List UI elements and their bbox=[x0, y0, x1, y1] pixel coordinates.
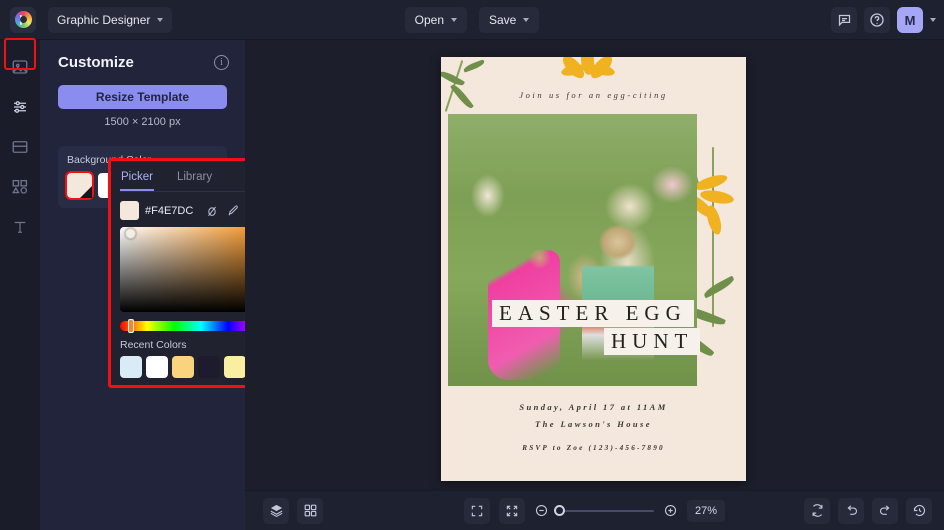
redo-button[interactable] bbox=[872, 497, 898, 524]
undo-button[interactable] bbox=[838, 497, 864, 524]
logo-bar-icon bbox=[19, 15, 22, 25]
fullscreen-button[interactable] bbox=[463, 497, 490, 524]
account-chevron-down-icon[interactable] bbox=[930, 18, 936, 22]
resize-template-label: Resize Template bbox=[95, 90, 190, 104]
canvas-title-line-1[interactable]: EASTER EGG bbox=[492, 300, 694, 328]
canvas-footer-block: Sunday, April 17 at 11AM The Lawson's Ho… bbox=[441, 399, 746, 455]
image-icon bbox=[12, 60, 28, 74]
reset-button[interactable] bbox=[804, 497, 830, 524]
layers-button[interactable] bbox=[263, 497, 289, 524]
swatch-corner-marker bbox=[80, 186, 92, 198]
hex-value-input[interactable]: #F4E7DC bbox=[145, 205, 198, 217]
fit-to-screen-button[interactable] bbox=[498, 497, 525, 524]
zoom-slider[interactable] bbox=[553, 504, 654, 516]
canvas-footer-date[interactable]: Sunday, April 17 at 11AM bbox=[441, 399, 746, 416]
template-dimensions: 1500 × 2100 px bbox=[104, 116, 181, 128]
sidebar-item-images[interactable] bbox=[7, 54, 33, 80]
page-title: Customize bbox=[58, 54, 134, 71]
sidebar-item-text[interactable] bbox=[7, 214, 33, 240]
hue-slider-handle[interactable] bbox=[128, 319, 134, 333]
project-title-dropdown[interactable]: Graphic Designer bbox=[48, 6, 173, 33]
save-button[interactable]: Save bbox=[479, 6, 540, 33]
sidebar-item-customize[interactable] bbox=[7, 94, 33, 120]
zoom-slider-handle[interactable] bbox=[553, 504, 565, 516]
resize-template-button[interactable]: Resize Template bbox=[58, 85, 227, 109]
fullscreen-icon bbox=[471, 505, 483, 516]
text-icon bbox=[14, 221, 26, 233]
current-color-chip[interactable] bbox=[120, 201, 139, 220]
sidebar-item-layouts[interactable] bbox=[7, 134, 33, 160]
shapes-icon bbox=[12, 179, 28, 194]
open-label: Open bbox=[414, 12, 444, 27]
design-canvas[interactable]: Join us for an egg-citing EASTER EGG HUN… bbox=[441, 57, 746, 481]
open-button[interactable]: Open bbox=[404, 6, 467, 33]
canvas-stage[interactable]: Join us for an egg-citing EASTER EGG HUN… bbox=[245, 40, 944, 490]
grid-icon bbox=[304, 504, 316, 517]
fit-to-screen-icon bbox=[506, 505, 518, 516]
tab-library[interactable]: Library bbox=[176, 167, 213, 191]
eyedropper-icon bbox=[228, 204, 238, 215]
zoom-percent-value[interactable]: 27% bbox=[686, 499, 726, 522]
zoom-controls: 27% bbox=[450, 497, 740, 524]
save-label: Save bbox=[489, 12, 517, 27]
bottom-right-group bbox=[804, 497, 932, 524]
canvas-title-line-2[interactable]: HUNT bbox=[604, 328, 701, 356]
no-color-button[interactable] bbox=[204, 203, 219, 218]
bottom-left-group bbox=[263, 497, 323, 524]
zoom-out-button[interactable] bbox=[534, 503, 549, 518]
recent-swatch-3[interactable] bbox=[198, 356, 220, 378]
help-icon bbox=[870, 13, 884, 27]
recent-swatch-0[interactable] bbox=[120, 356, 142, 378]
reset-icon bbox=[812, 504, 822, 517]
help-button[interactable] bbox=[864, 7, 890, 33]
app-root: Graphic Designer Open Save M Customize i… bbox=[0, 0, 944, 530]
user-avatar[interactable]: M bbox=[897, 7, 923, 33]
layout-icon bbox=[12, 141, 28, 153]
comment-icon bbox=[838, 14, 850, 26]
history-button[interactable] bbox=[906, 497, 932, 524]
logo-ring-icon bbox=[14, 11, 32, 28]
app-logo[interactable] bbox=[10, 6, 36, 33]
avatar-initial: M bbox=[904, 12, 916, 28]
chevron-down-icon bbox=[523, 17, 530, 22]
swatch-cream-selected[interactable] bbox=[65, 171, 94, 200]
zoom-in-icon bbox=[664, 504, 677, 517]
panel-header: Customize i bbox=[40, 40, 245, 71]
canvas-kicker-text[interactable]: Join us for an egg-citing bbox=[441, 90, 746, 100]
canvas-footer-rsvp[interactable]: RSVP to Zoe (123)-456-7890 bbox=[441, 441, 746, 455]
recent-swatch-4[interactable] bbox=[224, 356, 246, 378]
chevron-down-icon bbox=[451, 17, 457, 22]
eyedropper-button[interactable] bbox=[225, 203, 240, 218]
redo-icon bbox=[879, 505, 889, 515]
sliders-icon bbox=[14, 101, 26, 113]
chevron-down-icon bbox=[157, 17, 164, 22]
canvas-footer-venue[interactable]: The Lawson's House bbox=[441, 416, 746, 433]
bottom-bar: 27% bbox=[245, 490, 944, 530]
no-color-icon bbox=[207, 206, 216, 216]
comment-button[interactable] bbox=[831, 7, 857, 33]
zoom-out-icon bbox=[535, 504, 548, 517]
botanical-top-flower bbox=[559, 57, 621, 91]
recent-swatch-2[interactable] bbox=[172, 356, 194, 378]
project-title-label: Graphic Designer bbox=[57, 12, 151, 27]
saturation-value-handle[interactable] bbox=[125, 228, 136, 239]
history-icon bbox=[913, 504, 925, 517]
left-icon-rail bbox=[0, 40, 40, 530]
layers-icon bbox=[270, 504, 282, 518]
top-bar: Graphic Designer Open Save M bbox=[0, 0, 944, 40]
zoom-in-button[interactable] bbox=[663, 503, 678, 518]
grid-button[interactable] bbox=[297, 497, 323, 524]
topbar-right-group: M bbox=[831, 0, 936, 40]
tab-picker[interactable]: Picker bbox=[120, 167, 154, 191]
undo-icon bbox=[847, 505, 857, 515]
recent-swatch-1[interactable] bbox=[146, 356, 168, 378]
sidebar-item-shapes[interactable] bbox=[7, 174, 33, 200]
info-icon[interactable]: i bbox=[214, 55, 229, 70]
topbar-center-group: Open Save bbox=[372, 6, 572, 33]
